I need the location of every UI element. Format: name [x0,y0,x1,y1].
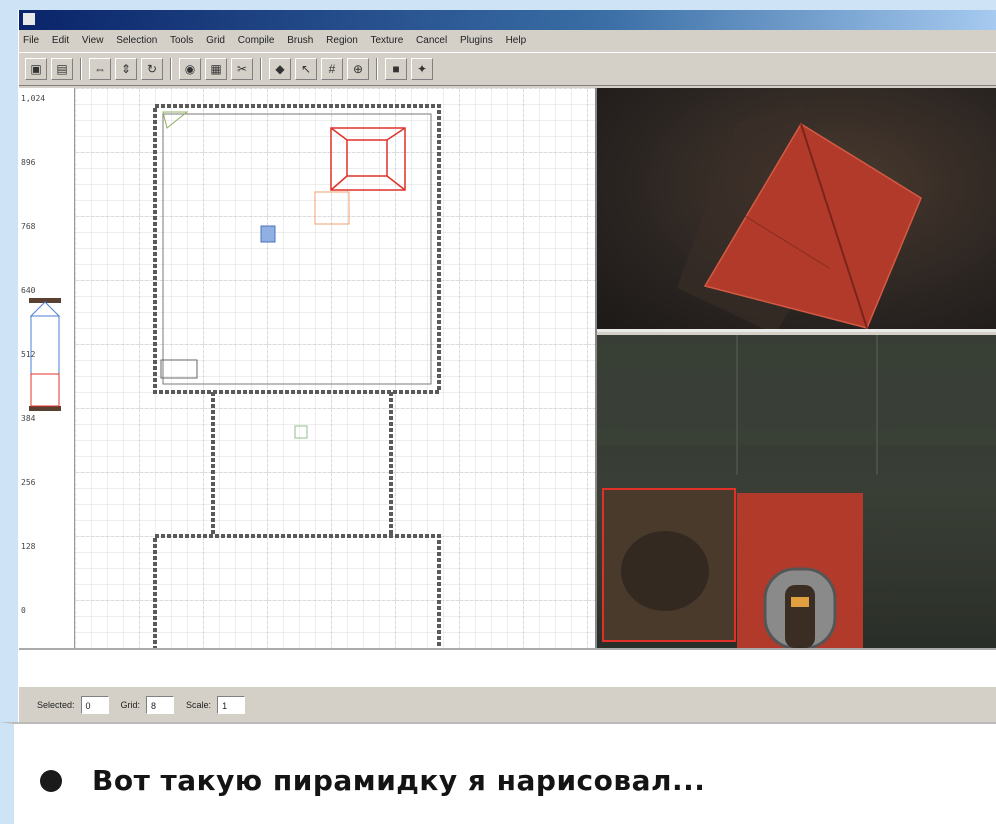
rotate-icon[interactable]: ↻ [141,58,163,80]
camera-3d-view-top[interactable] [597,88,996,332]
status-label: Grid: [120,699,141,710]
select-icon[interactable]: ↖ [295,58,317,80]
menu-grid[interactable]: Grid [206,35,225,46]
bullet-icon [40,770,62,792]
console-panel[interactable] [19,648,996,686]
menu-plugins[interactable]: Plugins [460,35,493,46]
menu-bar: File Edit View Selection Tools Grid Comp… [19,30,996,52]
status-field: 8 [146,695,175,714]
status-field: 0 [80,695,109,714]
toolbar-separator [260,58,262,80]
menu-texture[interactable]: Texture [370,35,403,46]
clipper-icon[interactable]: ✂ [231,58,253,80]
status-label: Scale: [186,699,212,710]
title-bar[interactable] [19,10,996,30]
app-icon [23,13,35,25]
z-ruler[interactable]: 1,024 896 768 640 512 384 256 128 0 [19,88,75,648]
caption-text: Вот такую пирамидку я нарисовал... [92,764,706,797]
camera-marker[interactable] [260,225,276,243]
menu-help[interactable]: Help [506,35,527,46]
status-bar: Selected: 0 Grid: 8 Scale: 1 [19,686,996,722]
ruler-brush-preview [29,301,61,407]
caption-box: Вот такую пирамидку я нарисовал... [0,722,996,824]
light-icon[interactable]: ✦ [411,58,433,80]
save-icon[interactable]: ▣ [25,58,47,80]
menu-tools[interactable]: Tools [170,35,193,46]
grid-canvas[interactable] [75,88,597,648]
open-icon[interactable]: ▤ [51,58,73,80]
camera-3d-render [597,335,996,648]
grid-icon[interactable]: # [321,58,343,80]
brush-icon[interactable]: ■ [385,58,407,80]
toolbar: ▣ ▤ ⇔ ⇕ ↻ ◉ ▦ ✂ ◆ ↖ # ⊕ ■ ✦ [19,52,996,86]
status-field: 1 [217,695,246,714]
menu-cancel[interactable]: Cancel [416,35,447,46]
menu-region[interactable]: Region [326,35,358,46]
entity-icon[interactable]: ◆ [269,58,291,80]
flip-y-icon[interactable]: ⇕ [115,58,137,80]
zoom-icon[interactable]: ⊕ [347,58,369,80]
grid-2d-view[interactable] [75,88,597,648]
camera-icon[interactable]: ◉ [179,58,201,80]
menu-edit[interactable]: Edit [52,35,69,46]
toolbar-separator [80,58,82,80]
camera-3d-view-bottom[interactable] [597,335,996,648]
menu-selection[interactable]: Selection [116,35,157,46]
editor-window: File Edit View Selection Tools Grid Comp… [18,10,996,722]
texture-icon[interactable]: ▦ [205,58,227,80]
menu-compile[interactable]: Compile [238,35,275,46]
status-label: Selected: [37,699,75,710]
camera-3d-render [677,106,922,329]
flip-x-icon[interactable]: ⇔ [89,58,111,80]
menu-view[interactable]: View [82,35,104,46]
menu-file[interactable]: File [23,35,39,46]
toolbar-separator [170,58,172,80]
toolbar-separator [376,58,378,80]
menu-brush[interactable]: Brush [287,35,313,46]
